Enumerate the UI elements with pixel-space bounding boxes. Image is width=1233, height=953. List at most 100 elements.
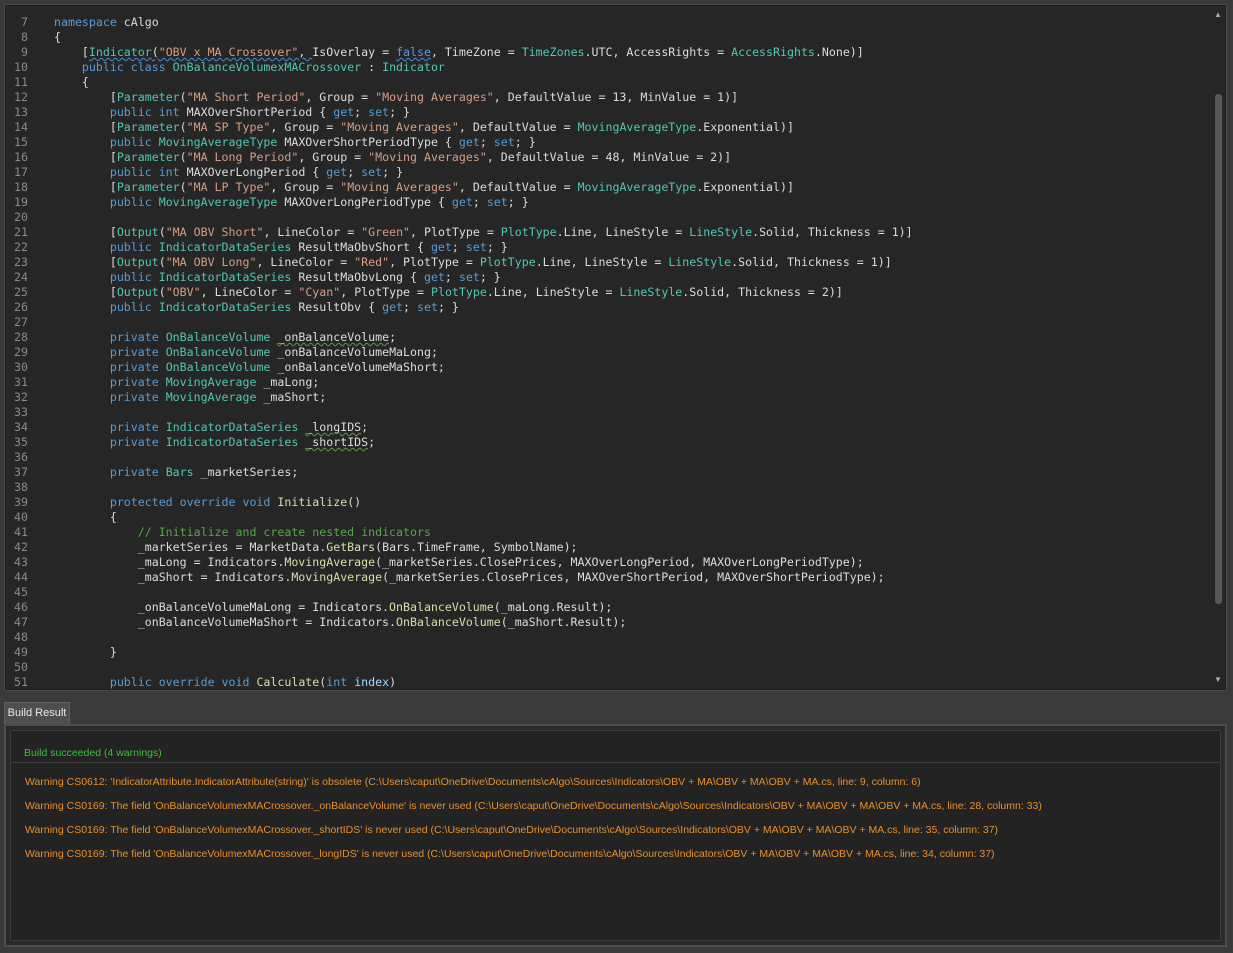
code-text[interactable]: public int MAXOverShortPeriod { get; set…: [54, 105, 410, 120]
code-line[interactable]: 16 [Parameter("MA Long Period", Group = …: [6, 150, 1212, 165]
code-line[interactable]: 33: [6, 405, 1212, 420]
code-editor[interactable]: 7 namespace cAlgo 8{9 [Indicator("OBV x MA…: [6, 6, 1212, 689]
code-line[interactable]: 39 protected override void Initialize(): [6, 495, 1212, 510]
code-text[interactable]: // Initialize and create nested indicato…: [54, 525, 431, 540]
line-number: 11: [14, 75, 28, 89]
code-line[interactable]: 27: [6, 315, 1212, 330]
scroll-down-arrow-icon[interactable]: ▼: [1211, 673, 1225, 687]
code-line[interactable]: 41 // Initialize and create nested indic…: [6, 525, 1212, 540]
code-text[interactable]: [Parameter("MA SP Type", Group = "Moving…: [54, 120, 794, 135]
code-text[interactable]: [Output("MA OBV Short", LineColor = "Gre…: [54, 225, 913, 240]
code-editor-frame: 7 namespace cAlgo 8{9 [Indicator("OBV x MA…: [4, 4, 1227, 691]
code-text[interactable]: [Output("MA OBV Long", LineColor = "Red"…: [54, 255, 892, 270]
code-text[interactable]: [Parameter("MA Long Period", Group = "Mo…: [54, 150, 731, 165]
code-line[interactable]: 22 public IndicatorDataSeries ResultMaOb…: [6, 240, 1212, 255]
code-line[interactable]: 42 _marketSeries = MarketData.GetBars(Ba…: [6, 540, 1212, 555]
line-number: 41: [14, 525, 28, 539]
code-text[interactable]: _maLong = Indicators.MovingAverage(_mark…: [54, 555, 864, 570]
code-line[interactable]: 9 [Indicator("OBV x MA Crossover", IsOve…: [6, 45, 1212, 60]
code-line[interactable]: 31 private MovingAverage _maLong;: [6, 375, 1212, 390]
code-line[interactable]: 45: [6, 585, 1212, 600]
warning-item[interactable]: Warning CS0169: The field 'OnBalanceVolu…: [25, 800, 1042, 812]
code-line[interactable]: 50: [6, 660, 1212, 675]
scroll-up-arrow-icon[interactable]: ▲: [1211, 8, 1225, 22]
code-line[interactable]: 21 [Output("MA OBV Short", LineColor = "…: [6, 225, 1212, 240]
code-line[interactable]: 19 public MovingAverageType MAXOverLongP…: [6, 195, 1212, 210]
code-text[interactable]: {: [54, 75, 89, 90]
code-line[interactable]: 14 [Parameter("MA SP Type", Group = "Mov…: [6, 120, 1212, 135]
code-line[interactable]: 37 private Bars _marketSeries;: [6, 465, 1212, 480]
code-text[interactable]: public MovingAverageType MAXOverLongPeri…: [54, 195, 529, 210]
code-line[interactable]: 15 public MovingAverageType MAXOverShort…: [6, 135, 1212, 150]
code-line[interactable]: 20: [6, 210, 1212, 225]
line-number: 45: [14, 585, 28, 599]
code-line[interactable]: 18 [Parameter("MA LP Type", Group = "Mov…: [6, 180, 1212, 195]
code-text[interactable]: _onBalanceVolumeMaShort = Indicators.OnB…: [54, 615, 627, 630]
code-text[interactable]: }: [54, 645, 117, 660]
code-text[interactable]: [Output("OBV", LineColor = "Cyan", PlotT…: [54, 285, 843, 300]
code-text[interactable]: public IndicatorDataSeries ResultObv { g…: [54, 300, 459, 315]
code-line[interactable]: 36: [6, 450, 1212, 465]
code-line[interactable]: 28 private OnBalanceVolume _onBalanceVol…: [6, 330, 1212, 345]
code-line[interactable]: 43 _maLong = Indicators.MovingAverage(_m…: [6, 555, 1212, 570]
code-line[interactable]: 48: [6, 630, 1212, 645]
code-text[interactable]: [Parameter("MA LP Type", Group = "Moving…: [54, 180, 794, 195]
code-line[interactable]: 23 [Output("MA OBV Long", LineColor = "R…: [6, 255, 1212, 270]
code-text[interactable]: private OnBalanceVolume _onBalanceVolume…: [54, 330, 396, 345]
code-line[interactable]: 44 _maShort = Indicators.MovingAverage(_…: [6, 570, 1212, 585]
code-text[interactable]: public IndicatorDataSeries ResultMaObvSh…: [54, 240, 508, 255]
code-line[interactable]: 32 private MovingAverage _maShort;: [6, 390, 1212, 405]
code-line[interactable]: 8{: [6, 30, 1212, 45]
code-text[interactable]: private IndicatorDataSeries _shortIDS;: [54, 435, 375, 450]
code-line[interactable]: 11 {: [6, 75, 1212, 90]
code-line[interactable]: 30 private OnBalanceVolume _onBalanceVol…: [6, 360, 1212, 375]
code-line[interactable]: 46 _onBalanceVolumeMaLong = Indicators.O…: [6, 600, 1212, 615]
code-text[interactable]: _onBalanceVolumeMaLong = Indicators.OnBa…: [54, 600, 613, 615]
warning-item[interactable]: Warning CS0169: The field 'OnBalanceVolu…: [25, 848, 995, 860]
code-text[interactable]: private MovingAverage _maLong;: [54, 375, 319, 390]
code-line[interactable]: 10 public class OnBalanceVolumexMACrosso…: [6, 60, 1212, 75]
code-line[interactable]: 17 public int MAXOverLongPeriod { get; s…: [6, 165, 1212, 180]
scroll-thumb[interactable]: [1215, 94, 1222, 604]
code-line[interactable]: 47 _onBalanceVolumeMaShort = Indicators.…: [6, 615, 1212, 630]
line-number: 23: [14, 255, 28, 269]
code-text[interactable]: public MovingAverageType MAXOverShortPer…: [54, 135, 536, 150]
line-number: 37: [14, 465, 28, 479]
tab-build-result[interactable]: Build Result: [4, 702, 70, 724]
code-line[interactable]: 13 public int MAXOverShortPeriod { get; …: [6, 105, 1212, 120]
code-text[interactable]: _maShort = Indicators.MovingAverage(_mar…: [54, 570, 885, 585]
code-text[interactable]: [Indicator("OBV x MA Crossover", IsOverl…: [54, 45, 864, 60]
code-text[interactable]: public int MAXOverLongPeriod { get; set;…: [54, 165, 403, 180]
code-text[interactable]: protected override void Initialize(): [54, 495, 361, 510]
code-text[interactable]: private IndicatorDataSeries _longIDS;: [54, 420, 368, 435]
code-text[interactable]: private OnBalanceVolume _onBalanceVolume…: [54, 360, 445, 375]
code-text[interactable]: namespace cAlgo: [54, 15, 159, 30]
code-line[interactable]: 29 private OnBalanceVolume _onBalanceVol…: [6, 345, 1212, 360]
code-line[interactable]: 7 namespace cAlgo: [6, 15, 1212, 30]
code-text[interactable]: public IndicatorDataSeries ResultMaObvLo…: [54, 270, 501, 285]
code-text[interactable]: _marketSeries = MarketData.GetBars(Bars.…: [54, 540, 578, 555]
code-text[interactable]: private OnBalanceVolume _onBalanceVolume…: [54, 345, 438, 360]
code-text[interactable]: private Bars _marketSeries;: [54, 465, 298, 480]
code-line[interactable]: 34 private IndicatorDataSeries _longIDS;: [6, 420, 1212, 435]
code-line[interactable]: 38: [6, 480, 1212, 495]
code-line[interactable]: 51 public override void Calculate(int in…: [6, 675, 1212, 689]
code-line[interactable]: 49 }: [6, 645, 1212, 660]
code-line[interactable]: 24 public IndicatorDataSeries ResultMaOb…: [6, 270, 1212, 285]
code-line[interactable]: 25 [Output("OBV", LineColor = "Cyan", Pl…: [6, 285, 1212, 300]
warning-item[interactable]: Warning CS0169: The field 'OnBalanceVolu…: [25, 824, 998, 836]
code-text[interactable]: [Parameter("MA Short Period", Group = "M…: [54, 90, 738, 105]
line-number: 31: [14, 375, 28, 389]
vertical-scrollbar[interactable]: ▲ ▼: [1211, 6, 1225, 689]
warning-item[interactable]: Warning CS0612: 'IndicatorAttribute.Indi…: [25, 776, 921, 788]
code-line[interactable]: 35 private IndicatorDataSeries _shortIDS…: [6, 435, 1212, 450]
code-line[interactable]: 12 [Parameter("MA Short Period", Group =…: [6, 90, 1212, 105]
code-text[interactable]: public override void Calculate(int index…: [54, 675, 396, 689]
code-line[interactable]: 40 {: [6, 510, 1212, 525]
code-text[interactable]: {: [54, 30, 61, 45]
code-line[interactable]: 26 public IndicatorDataSeries ResultObv …: [6, 300, 1212, 315]
code-text[interactable]: public class OnBalanceVolumexMACrossover…: [54, 60, 445, 75]
code-text[interactable]: {: [54, 510, 117, 525]
line-number: 21: [14, 225, 28, 239]
code-text[interactable]: private MovingAverage _maShort;: [54, 390, 326, 405]
